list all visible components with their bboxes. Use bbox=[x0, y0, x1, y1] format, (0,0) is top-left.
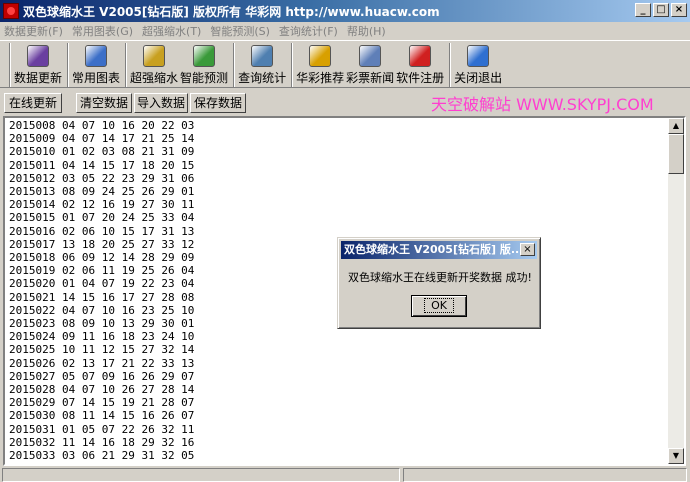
tool-label: 关闭退出 bbox=[454, 71, 503, 85]
menu-charts[interactable]: 常用图表(G) bbox=[72, 23, 133, 39]
import-data-button[interactable]: 导入数据 bbox=[134, 93, 188, 113]
tool-recommend-button[interactable]: 华彩推荐 bbox=[296, 41, 344, 86]
tool-label: 软件注册 bbox=[396, 71, 445, 85]
draw-line: 2015011 04 14 15 17 18 20 15 bbox=[9, 158, 195, 172]
toolbar-separator bbox=[125, 43, 128, 87]
minimize-button[interactable]: _ bbox=[635, 3, 651, 17]
tool-label: 华彩推荐 bbox=[296, 71, 345, 85]
book-icon bbox=[27, 45, 49, 67]
dialog-message: 双色球缩水王在线更新开奖数据 成功! bbox=[348, 271, 532, 284]
tool-news-button[interactable]: 彩票新闻 bbox=[346, 41, 394, 86]
status-pane-secondary bbox=[403, 468, 687, 482]
draw-line: 2015017 13 18 20 25 27 33 12 bbox=[9, 237, 195, 251]
dialog-title-text: 双色球缩水王 V2005[钻石版] 版... bbox=[344, 243, 524, 256]
draw-line: 2015031 01 05 07 22 26 32 11 bbox=[9, 422, 195, 436]
tool-predict-button[interactable]: 智能预测 bbox=[180, 41, 228, 86]
menu-data-update[interactable]: 数据更新(F) bbox=[4, 23, 63, 39]
tool-label: 常用图表 bbox=[72, 71, 121, 85]
tool-label: 超强缩水 bbox=[130, 71, 179, 85]
draw-line: 2015032 11 14 16 18 29 32 16 bbox=[9, 435, 195, 449]
online-update-button[interactable]: 在线更新 bbox=[4, 93, 62, 113]
clear-data-button[interactable]: 清空数据 bbox=[76, 93, 132, 113]
tool-query-button[interactable]: 查询统计 bbox=[238, 41, 286, 86]
title-bar: 双色球缩水王 V2005[钻石版] 版权所有 华彩网 http://www.hu… bbox=[0, 0, 690, 22]
toolbar-separator bbox=[449, 43, 452, 87]
draw-line: 2015018 06 09 12 14 28 29 09 bbox=[9, 251, 195, 265]
draw-lines: 2015008 04 07 10 16 20 22 03 2015009 04 0… bbox=[9, 119, 195, 464]
exit-arrow-icon bbox=[467, 45, 490, 67]
window-controls: _ □ × bbox=[635, 3, 687, 17]
draw-line: 2015026 02 13 17 21 22 33 13 bbox=[9, 356, 195, 370]
vertical-scrollbar[interactable]: ▲ ▼ bbox=[668, 118, 684, 464]
draw-line: 2015025 10 11 12 15 27 32 14 bbox=[9, 343, 195, 357]
coins-icon bbox=[309, 45, 332, 67]
watermark-text: 天空破解站 WWW.SKYPJ.COM bbox=[431, 95, 654, 114]
save-data-button[interactable]: 保存数据 bbox=[190, 93, 246, 113]
tool-label: 彩票新闻 bbox=[346, 71, 395, 85]
menu-bar: 数据更新(F) 常用图表(G) 超强缩水(T) 智能预测(S) 查询统计(F) … bbox=[0, 22, 690, 40]
dialog-title: 双色球缩水王 V2005[钻石版] 版... bbox=[341, 241, 537, 259]
tool-label: 数据更新 bbox=[14, 71, 63, 85]
draw-line: 2015023 08 09 10 13 29 30 01 bbox=[9, 317, 195, 331]
draw-line: 2015010 01 02 03 08 21 31 09 bbox=[9, 145, 195, 159]
toolbar: 数据更新 常用图表 超强缩水 智能预测 查询统计 华彩推荐 彩票新闻 软件注册 … bbox=[0, 40, 690, 88]
fu-character-icon bbox=[409, 45, 432, 67]
draw-line: 2015030 08 11 14 15 16 26 07 bbox=[9, 409, 195, 423]
draw-line: 2015008 04 07 10 16 20 22 03 bbox=[9, 119, 195, 132]
tool-register-button[interactable]: 软件注册 bbox=[396, 41, 444, 86]
toolbar-separator bbox=[233, 43, 236, 87]
toolbar-separator bbox=[67, 43, 70, 87]
menu-query[interactable]: 查询统计(F) bbox=[279, 23, 338, 39]
tool-data-update-button[interactable]: 数据更新 bbox=[14, 41, 62, 86]
tool-exit-button[interactable]: 关闭退出 bbox=[454, 41, 502, 86]
draw-line: 2015012 03 05 22 23 29 31 06 bbox=[9, 171, 195, 185]
tool-label: 查询统计 bbox=[238, 71, 287, 85]
tool-reduce-button[interactable]: 超强缩水 bbox=[130, 41, 178, 86]
toolbar-separator bbox=[9, 43, 11, 87]
draw-line: 2015029 07 14 15 19 21 28 07 bbox=[9, 396, 195, 410]
tool-label: 智能预测 bbox=[180, 71, 229, 85]
draw-line: 2015033 03 06 21 29 31 32 05 bbox=[9, 449, 195, 463]
draw-line: 2015021 14 15 16 17 27 28 08 bbox=[9, 290, 195, 304]
menu-help[interactable]: 帮助(H) bbox=[347, 23, 386, 39]
menu-predict[interactable]: 智能预测(S) bbox=[210, 23, 270, 39]
app-icon bbox=[3, 3, 19, 19]
draw-line: 2015016 02 06 10 15 17 31 13 bbox=[9, 224, 195, 238]
status-bar bbox=[0, 467, 690, 482]
chart-grid-icon bbox=[85, 45, 108, 67]
dialog-close-button[interactable]: × bbox=[520, 243, 535, 256]
draw-line: 2015019 02 06 11 19 25 26 04 bbox=[9, 264, 195, 278]
dialog-ok-button[interactable]: OK bbox=[411, 295, 467, 317]
draw-line: 2015009 04 07 14 17 21 25 14 bbox=[9, 132, 195, 146]
scroll-thumb[interactable] bbox=[668, 134, 684, 174]
draw-line: 2015014 02 12 16 19 27 30 11 bbox=[9, 198, 195, 212]
draw-line: 2015024 09 11 16 18 23 24 10 bbox=[9, 330, 195, 344]
close-button[interactable]: × bbox=[671, 3, 687, 17]
toolbar-separator bbox=[291, 43, 294, 87]
draw-line: 2015034 12 13 17 18 20 27 13 bbox=[9, 462, 194, 464]
ok-label: OK bbox=[424, 298, 454, 313]
draw-line: 2015028 04 07 10 26 27 28 14 bbox=[9, 383, 195, 397]
tool-charts-button[interactable]: 常用图表 bbox=[72, 41, 120, 86]
status-pane-main bbox=[2, 468, 400, 482]
calculator-icon bbox=[251, 45, 274, 67]
draw-line: 2015015 01 07 20 24 25 33 04 bbox=[9, 211, 195, 225]
draw-line: 2015027 05 07 09 16 26 29 07 bbox=[9, 369, 195, 383]
gears-icon bbox=[193, 45, 216, 67]
success-dialog: 双色球缩水王 V2005[钻石版] 版... × 双色球缩水王在线更新开奖数据 … bbox=[337, 237, 541, 329]
window-title: 双色球缩水王 V2005[钻石版] 版权所有 华彩网 http://www.hu… bbox=[23, 4, 440, 19]
pencil-icon bbox=[143, 45, 166, 67]
newspaper-icon bbox=[359, 45, 382, 67]
scroll-down-button[interactable]: ▼ bbox=[668, 448, 684, 464]
draw-line: 2015013 08 09 24 25 26 29 01 bbox=[9, 185, 195, 199]
draw-line: 2015022 04 07 10 16 23 25 10 bbox=[9, 303, 195, 317]
scroll-up-button[interactable]: ▲ bbox=[668, 118, 684, 134]
maximize-button[interactable]: □ bbox=[653, 3, 669, 17]
menu-reduce[interactable]: 超强缩水(T) bbox=[142, 23, 201, 39]
draw-line: 2015020 01 04 07 19 22 23 04 bbox=[9, 277, 195, 291]
